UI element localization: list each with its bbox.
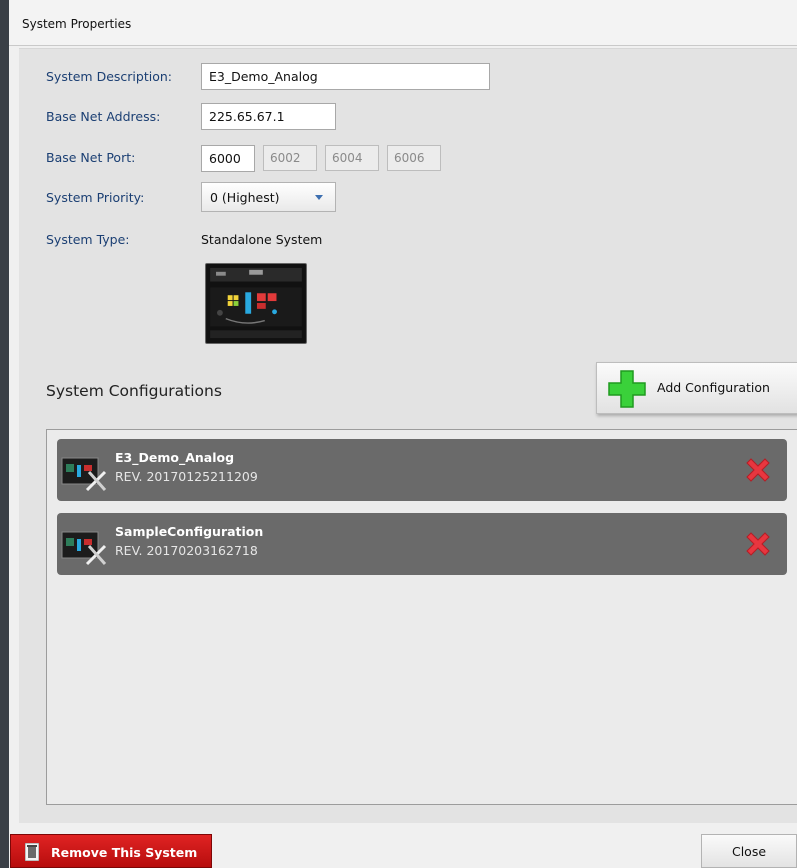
left-edge-strip — [0, 0, 9, 868]
base-net-address-label: Base Net Address: — [46, 109, 161, 124]
remove-system-label: Remove This System — [51, 845, 198, 860]
config-thumbnail-icon — [61, 457, 107, 492]
system-description-label: System Description: — [46, 69, 172, 84]
configuration-row[interactable]: E3_Demo_Analog REV. 20170125211209 — [57, 439, 787, 501]
derived-port-3: 6006 — [387, 145, 441, 171]
add-configuration-label: Add Configuration — [657, 380, 770, 395]
system-priority-label: System Priority: — [46, 190, 145, 205]
system-description-input[interactable] — [201, 63, 490, 90]
configuration-row[interactable]: SampleConfiguration REV. 20170203162718 — [57, 513, 787, 575]
system-priority-value: 0 (Highest) — [210, 190, 280, 205]
system-type-label: System Type: — [46, 232, 130, 247]
configuration-name: E3_Demo_Analog — [115, 450, 235, 465]
configurations-list: E3_Demo_Analog REV. 20170125211209 Sampl… — [46, 429, 797, 805]
trash-icon — [25, 843, 39, 861]
add-configuration-button[interactable]: Add Configuration — [596, 362, 797, 414]
config-thumbnail-icon — [61, 531, 107, 566]
system-device-image — [205, 263, 307, 344]
title-bar: System Properties — [9, 0, 797, 46]
delete-icon[interactable] — [743, 455, 773, 485]
window-title: System Properties — [22, 17, 132, 31]
close-button[interactable]: Close — [701, 834, 797, 868]
system-priority-dropdown[interactable]: 0 (Highest) — [201, 182, 336, 212]
dropdown-arrow-icon — [315, 195, 323, 200]
derived-port-1: 6002 — [263, 145, 317, 171]
configuration-revision: REV. 20170203162718 — [115, 543, 258, 558]
system-type-value: Standalone System — [201, 232, 323, 247]
remove-system-button[interactable]: Remove This System — [10, 834, 212, 868]
derived-port-2: 6004 — [325, 145, 379, 171]
base-net-port-input[interactable] — [201, 145, 255, 172]
base-net-port-label: Base Net Port: — [46, 150, 136, 165]
plus-icon — [608, 370, 646, 408]
configuration-name: SampleConfiguration — [115, 524, 264, 539]
delete-icon[interactable] — [743, 529, 773, 559]
system-configurations-title: System Configurations — [46, 382, 222, 400]
base-net-address-input[interactable] — [201, 103, 336, 130]
configuration-revision: REV. 20170125211209 — [115, 469, 258, 484]
properties-panel: System Description: Base Net Address: Ba… — [19, 48, 797, 823]
system-properties-window: System Properties System Description: Ba… — [9, 0, 797, 868]
